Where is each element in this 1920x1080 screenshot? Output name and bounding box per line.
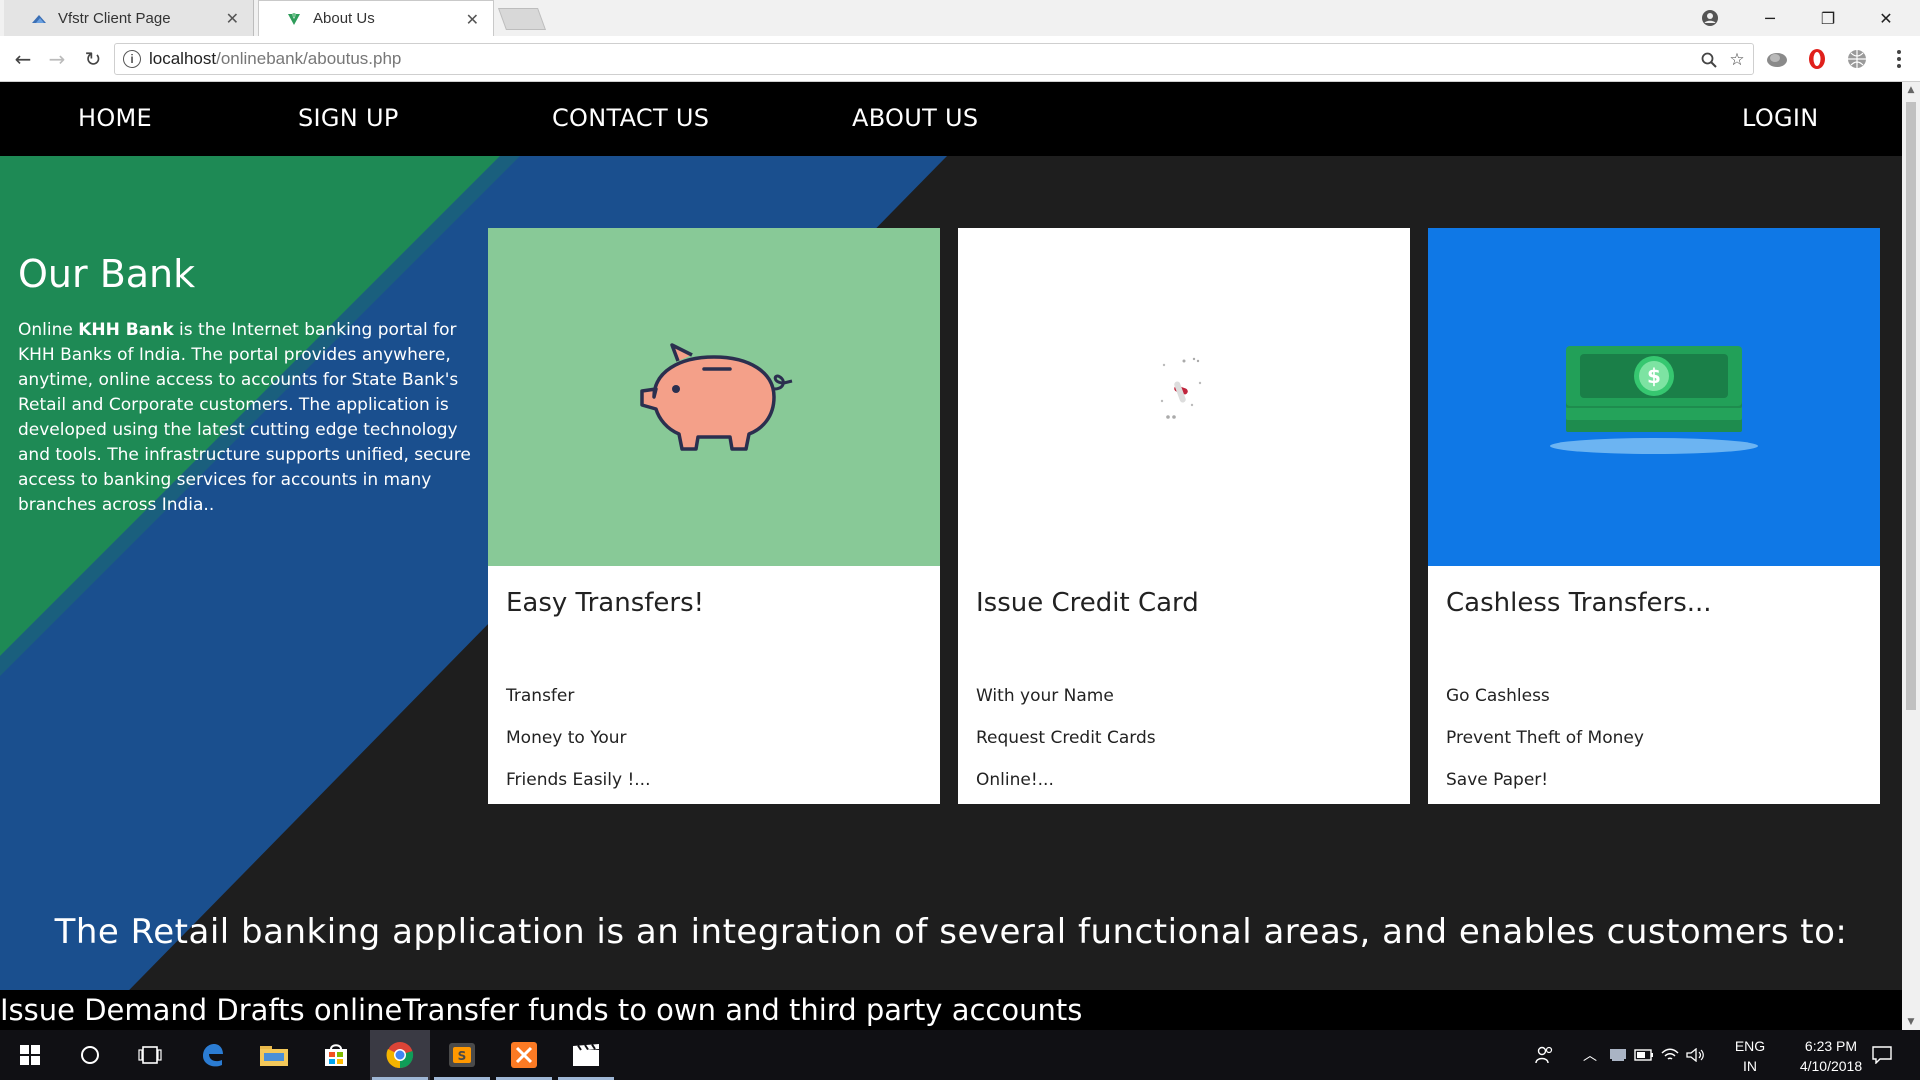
chevron-up-icon[interactable]: ︿ <box>1578 1030 1602 1080</box>
card-title: Issue Credit Card <box>976 588 1199 618</box>
close-window-icon[interactable]: ✕ <box>1858 0 1914 36</box>
card-line: Prevent Theft of Money <box>1446 728 1644 748</box>
device-icon[interactable] <box>1606 1030 1630 1080</box>
card-line: With your Name <box>976 686 1114 706</box>
nav-contact-link[interactable]: CONTACT US <box>552 104 709 132</box>
card-line: Save Paper! <box>1446 770 1549 790</box>
restore-icon[interactable]: ❐ <box>1800 0 1856 36</box>
page-content: HOME SIGN UP CONTACT US ABOUT US LOGIN O… <box>0 82 1902 1030</box>
menu-icon[interactable] <box>1886 46 1912 72</box>
region-code: IN <box>1743 1058 1757 1074</box>
site-info-icon[interactable]: i <box>123 50 141 68</box>
svg-text:S: S <box>458 1049 467 1063</box>
wifi-icon[interactable] <box>1658 1030 1682 1080</box>
card-line: Go Cashless <box>1446 686 1550 706</box>
card-line: Transfer <box>506 686 575 706</box>
people-icon[interactable] <box>1530 1030 1560 1080</box>
minimize-icon[interactable]: ─ <box>1742 0 1798 36</box>
xampp-icon[interactable] <box>494 1030 554 1080</box>
scroll-down-icon[interactable]: ▼ <box>1902 1014 1920 1030</box>
retail-heading: The Retail banking application is an int… <box>54 912 1848 952</box>
url-host: localhost <box>149 49 217 68</box>
edge-icon[interactable] <box>182 1030 242 1080</box>
close-tab-icon[interactable]: ✕ <box>466 10 479 30</box>
battery-icon[interactable] <box>1632 1030 1656 1080</box>
site-favicon-icon <box>30 9 48 27</box>
card-line: Online!... <box>976 770 1054 790</box>
feature-card-issue-credit-card: Issue Credit Card With your Name Request… <box>958 228 1410 804</box>
sublime-text-icon[interactable]: S <box>432 1030 492 1080</box>
browser-window: Vfstr Client Page ✕ About Us ✕ ─ ❐ ✕ ← →… <box>0 0 1920 1080</box>
card-line: Request Credit Cards <box>976 728 1156 748</box>
address-bar[interactable]: i localhost/onlinebank/aboutus.php ☆ <box>114 43 1754 75</box>
feature-card-easy-transfers: Easy Transfers! Transfer Money to Your F… <box>488 228 940 804</box>
input-language[interactable]: ENG IN <box>1730 1036 1770 1076</box>
language-code: ENG <box>1734 1038 1766 1054</box>
card-title: Cashless Transfers... <box>1446 588 1712 618</box>
opera-icon[interactable] <box>1804 46 1830 72</box>
tab-about-us[interactable]: About Us ✕ <box>258 0 494 36</box>
card-image <box>488 228 940 566</box>
video-editor-icon[interactable] <box>556 1030 616 1080</box>
nav-signup-link[interactable]: SIGN UP <box>298 104 399 132</box>
page-scrollbar[interactable]: ▲ ▼ <box>1902 82 1920 1030</box>
close-tab-icon[interactable]: ✕ <box>226 9 239 29</box>
about-text-body: is the Internet banking portal for KHH B… <box>18 320 471 515</box>
nav-login-link[interactable]: LOGIN <box>1742 104 1819 132</box>
scroll-up-icon[interactable]: ▲ <box>1902 82 1920 98</box>
windows-taskbar: S ︿ ENG IN 6:23 PM 4/10/2018 <box>0 1030 1920 1080</box>
scrollbar-thumb[interactable] <box>1906 102 1916 710</box>
card-line: Friends Easily !... <box>506 770 651 790</box>
about-text-prefix: Online <box>18 320 79 340</box>
nav-about-link[interactable]: ABOUT US <box>852 104 978 132</box>
file-explorer-icon[interactable] <box>244 1030 304 1080</box>
globe-extension-icon[interactable] <box>1844 46 1870 72</box>
search-circle-icon[interactable] <box>60 1030 120 1080</box>
nav-home-link[interactable]: HOME <box>78 104 152 132</box>
tab-title: Vfstr Client Page <box>58 9 171 27</box>
zoom-icon[interactable] <box>1697 48 1721 72</box>
back-icon[interactable]: ← <box>8 44 38 74</box>
about-description: Online KHH Bank is the Internet banking … <box>18 318 478 518</box>
cash-stack-icon: $ <box>1550 346 1758 454</box>
piggy-bank-icon <box>640 343 793 451</box>
new-tab-button[interactable] <box>497 8 547 30</box>
feature-card-cashless-transfers: $ Cashless Transfers... Go Cashless Prev… <box>1428 228 1880 804</box>
chrome-icon[interactable] <box>370 1030 430 1080</box>
card-line: Money to Your <box>506 728 627 748</box>
profile-icon[interactable] <box>1682 0 1738 36</box>
browser-toolbar: ← → ↻ i localhost/onlinebank/aboutus.php… <box>0 36 1920 82</box>
url-path: /onlinebank/aboutus.php <box>216 49 402 68</box>
loading-spinner-icon <box>1160 357 1202 419</box>
tab-title: About Us <box>313 10 375 27</box>
card-image <box>958 228 1410 566</box>
services-marquee: Issue Demand Drafts onlineTransfer funds… <box>0 990 1902 1030</box>
tab-strip: Vfstr Client Page ✕ About Us ✕ ─ ❐ ✕ <box>0 0 1920 36</box>
card-image: $ <box>1428 228 1880 566</box>
card-title: Easy Transfers! <box>506 588 705 618</box>
about-title: Our Bank <box>18 252 196 296</box>
task-view-icon[interactable] <box>120 1030 180 1080</box>
site-favicon-icon <box>285 10 303 28</box>
windows-start-icon[interactable] <box>0 1030 60 1080</box>
store-icon[interactable] <box>306 1030 366 1080</box>
bank-name: KHH Bank <box>78 320 174 340</box>
extension-icon[interactable] <box>1764 46 1790 72</box>
bookmark-star-icon[interactable]: ☆ <box>1725 48 1749 72</box>
top-navigation: HOME SIGN UP CONTACT US ABOUT US LOGIN <box>0 82 1902 156</box>
svg-text:$: $ <box>1647 364 1661 388</box>
volume-icon[interactable] <box>1684 1030 1708 1080</box>
forward-icon[interactable]: → <box>42 44 72 74</box>
notifications-icon[interactable] <box>1862 1030 1902 1080</box>
reload-icon[interactable]: ↻ <box>78 44 108 74</box>
tab-vfstr-client-page[interactable]: Vfstr Client Page ✕ <box>4 0 254 36</box>
